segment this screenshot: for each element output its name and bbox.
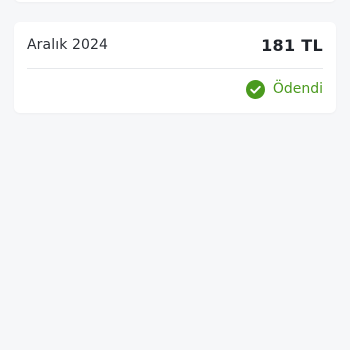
- status-label: Ödendi: [272, 81, 323, 97]
- invoice-amount: 181 TL: [261, 35, 323, 55]
- check-circle-icon: [245, 79, 265, 99]
- invoice-card[interactable]: Aralık 2024 181 TL Ödendi: [14, 22, 336, 113]
- invoice-header: Aralık 2024 181 TL: [27, 22, 323, 69]
- screen: Aralık 2024 181 TL Ödendi: [0, 0, 350, 350]
- invoice-period: Aralık 2024: [27, 37, 108, 53]
- previous-card: [14, 0, 336, 2]
- status-badge: Ödendi: [245, 78, 323, 100]
